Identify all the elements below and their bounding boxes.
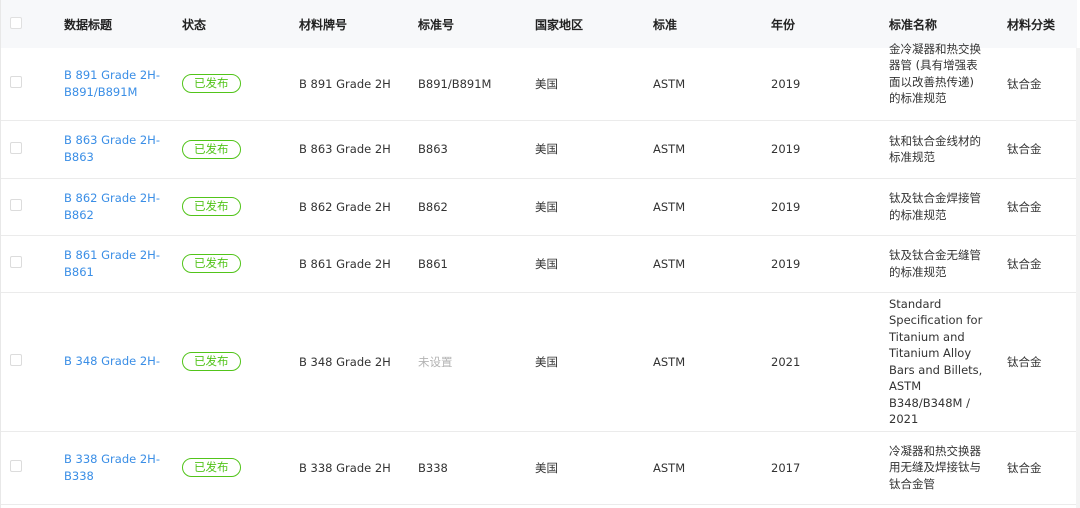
row-material-class: 钛合金 xyxy=(1007,199,1042,214)
status-badge: 已发布 xyxy=(182,139,241,159)
row-checkbox[interactable] xyxy=(10,354,22,366)
row-material-grade: B 348 Grade 2H xyxy=(299,354,391,369)
table-row: B 348 Grade 2H- 已发布 B 348 Grade 2H 未设置 美… xyxy=(1,292,1077,431)
row-checkbox[interactable] xyxy=(10,460,22,472)
row-year: 2019 xyxy=(771,256,801,271)
row-select-cell xyxy=(1,178,64,235)
row-country: 美国 xyxy=(535,256,558,271)
row-standard: ASTM xyxy=(653,142,686,156)
header-material-class[interactable]: 材料分类 xyxy=(1007,0,1077,48)
status-badge: 已发布 xyxy=(182,197,241,216)
row-standard: ASTM xyxy=(653,256,686,271)
row-material-class: 钛合金 xyxy=(1007,256,1042,271)
row-standard-name: 金冷凝器和热交换器管 (具有增强表面以改善热传递) 的标准规范 xyxy=(889,41,981,106)
row-country: 美国 xyxy=(535,354,558,369)
row-standard-name: 钛及钛合金无缝管的标准规范 xyxy=(889,248,981,279)
row-material-class: 钛合金 xyxy=(1007,460,1042,475)
data-table: 数据标题 状态 材料牌号 标准号 国家地区 标准 年份 标准名称 材料分类 B … xyxy=(1,0,1077,505)
status-badge: 已发布 xyxy=(182,352,241,371)
row-standard-no: B862 xyxy=(418,199,448,214)
row-checkbox[interactable] xyxy=(10,256,22,268)
table-row: B 863 Grade 2H-B863 已发布 B 863 Grade 2H B… xyxy=(1,120,1077,178)
row-year: 2021 xyxy=(771,354,801,369)
table-row: B 861 Grade 2H-B861 已发布 B 861 Grade 2H B… xyxy=(1,235,1077,292)
row-standard-name: 钛和钛合金线材的标准规范 xyxy=(889,133,981,165)
row-country: 美国 xyxy=(535,142,558,156)
select-all-checkbox[interactable] xyxy=(10,16,22,29)
row-standard-name: 冷凝器和热交换器用无缝及焊接钛与钛合金管 xyxy=(889,443,981,491)
row-material-grade: B 338 Grade 2H xyxy=(299,460,391,475)
row-standard-no: B863 xyxy=(418,142,448,156)
row-select-cell xyxy=(1,292,64,431)
header-standard[interactable]: 标准 xyxy=(653,0,771,48)
header-country[interactable]: 国家地区 xyxy=(535,0,653,48)
row-title-link[interactable]: B 861 Grade 2H-B861 xyxy=(64,247,160,281)
row-material-class: 钛合金 xyxy=(1007,354,1042,369)
row-material-grade: B 862 Grade 2H xyxy=(299,199,391,214)
row-year: 2017 xyxy=(771,460,801,475)
header-status[interactable]: 状态 xyxy=(182,0,299,48)
row-country: 美国 xyxy=(535,460,558,475)
row-material-grade: B 891 Grade 2H xyxy=(299,76,391,91)
row-year: 2019 xyxy=(771,199,801,214)
header-title[interactable]: 数据标题 xyxy=(64,0,182,48)
row-checkbox[interactable] xyxy=(10,199,22,211)
row-checkbox[interactable] xyxy=(10,141,22,154)
table-row: B 891 Grade 2H-B891/B891M 已发布 B 891 Grad… xyxy=(1,42,1077,120)
row-year: 2019 xyxy=(771,76,801,91)
table-row: B 862 Grade 2H-B862 已发布 B 862 Grade 2H B… xyxy=(1,178,1077,235)
status-badge: 已发布 xyxy=(182,74,241,94)
row-title-link[interactable]: B 348 Grade 2H- xyxy=(64,353,160,370)
row-material-grade: B 863 Grade 2H xyxy=(299,142,391,156)
table-row: B 338 Grade 2H-B338 已发布 B 338 Grade 2H B… xyxy=(1,431,1077,504)
row-material-class: 钛合金 xyxy=(1007,142,1042,156)
header-year[interactable]: 年份 xyxy=(771,0,889,48)
vertical-scrollbar[interactable] xyxy=(1076,48,1080,508)
status-badge: 已发布 xyxy=(182,458,241,477)
row-title-link[interactable]: B 863 Grade 2H-B863 xyxy=(64,132,160,166)
row-checkbox[interactable] xyxy=(10,76,22,89)
row-title-link[interactable]: B 891 Grade 2H-B891/B891M xyxy=(64,67,160,101)
row-standard-no: B891/B891M xyxy=(418,76,492,91)
row-select-cell xyxy=(1,235,64,292)
status-badge: 已发布 xyxy=(182,254,241,273)
row-material-class: 钛合金 xyxy=(1007,76,1042,91)
row-country: 美国 xyxy=(535,199,558,214)
row-select-cell xyxy=(1,431,64,504)
row-standard-no: B338 xyxy=(418,460,448,475)
row-standard-name: Standard Specification for Titanium and … xyxy=(889,296,983,427)
header-material-grade[interactable]: 材料牌号 xyxy=(299,0,418,48)
row-country: 美国 xyxy=(535,76,558,91)
row-select-cell xyxy=(1,120,64,178)
header-standard-no[interactable]: 标准号 xyxy=(418,0,535,48)
header-select-all-cell xyxy=(1,0,64,48)
row-standard-no: 未设置 xyxy=(418,354,453,369)
row-title-link[interactable]: B 338 Grade 2H-B338 xyxy=(64,451,160,485)
row-title-link[interactable]: B 862 Grade 2H-B862 xyxy=(64,190,160,224)
row-select-cell xyxy=(1,48,64,120)
row-standard: ASTM xyxy=(653,354,686,369)
row-standard-name: 钛及钛合金焊接管的标准规范 xyxy=(889,191,981,222)
row-year: 2019 xyxy=(771,142,801,156)
row-standard: ASTM xyxy=(653,460,686,475)
row-material-grade: B 861 Grade 2H xyxy=(299,256,391,271)
row-standard: ASTM xyxy=(653,199,686,214)
row-standard: ASTM xyxy=(653,76,686,91)
data-table-container: 数据标题 状态 材料牌号 标准号 国家地区 标准 年份 标准名称 材料分类 B … xyxy=(0,0,1080,508)
row-standard-no: B861 xyxy=(418,256,448,271)
